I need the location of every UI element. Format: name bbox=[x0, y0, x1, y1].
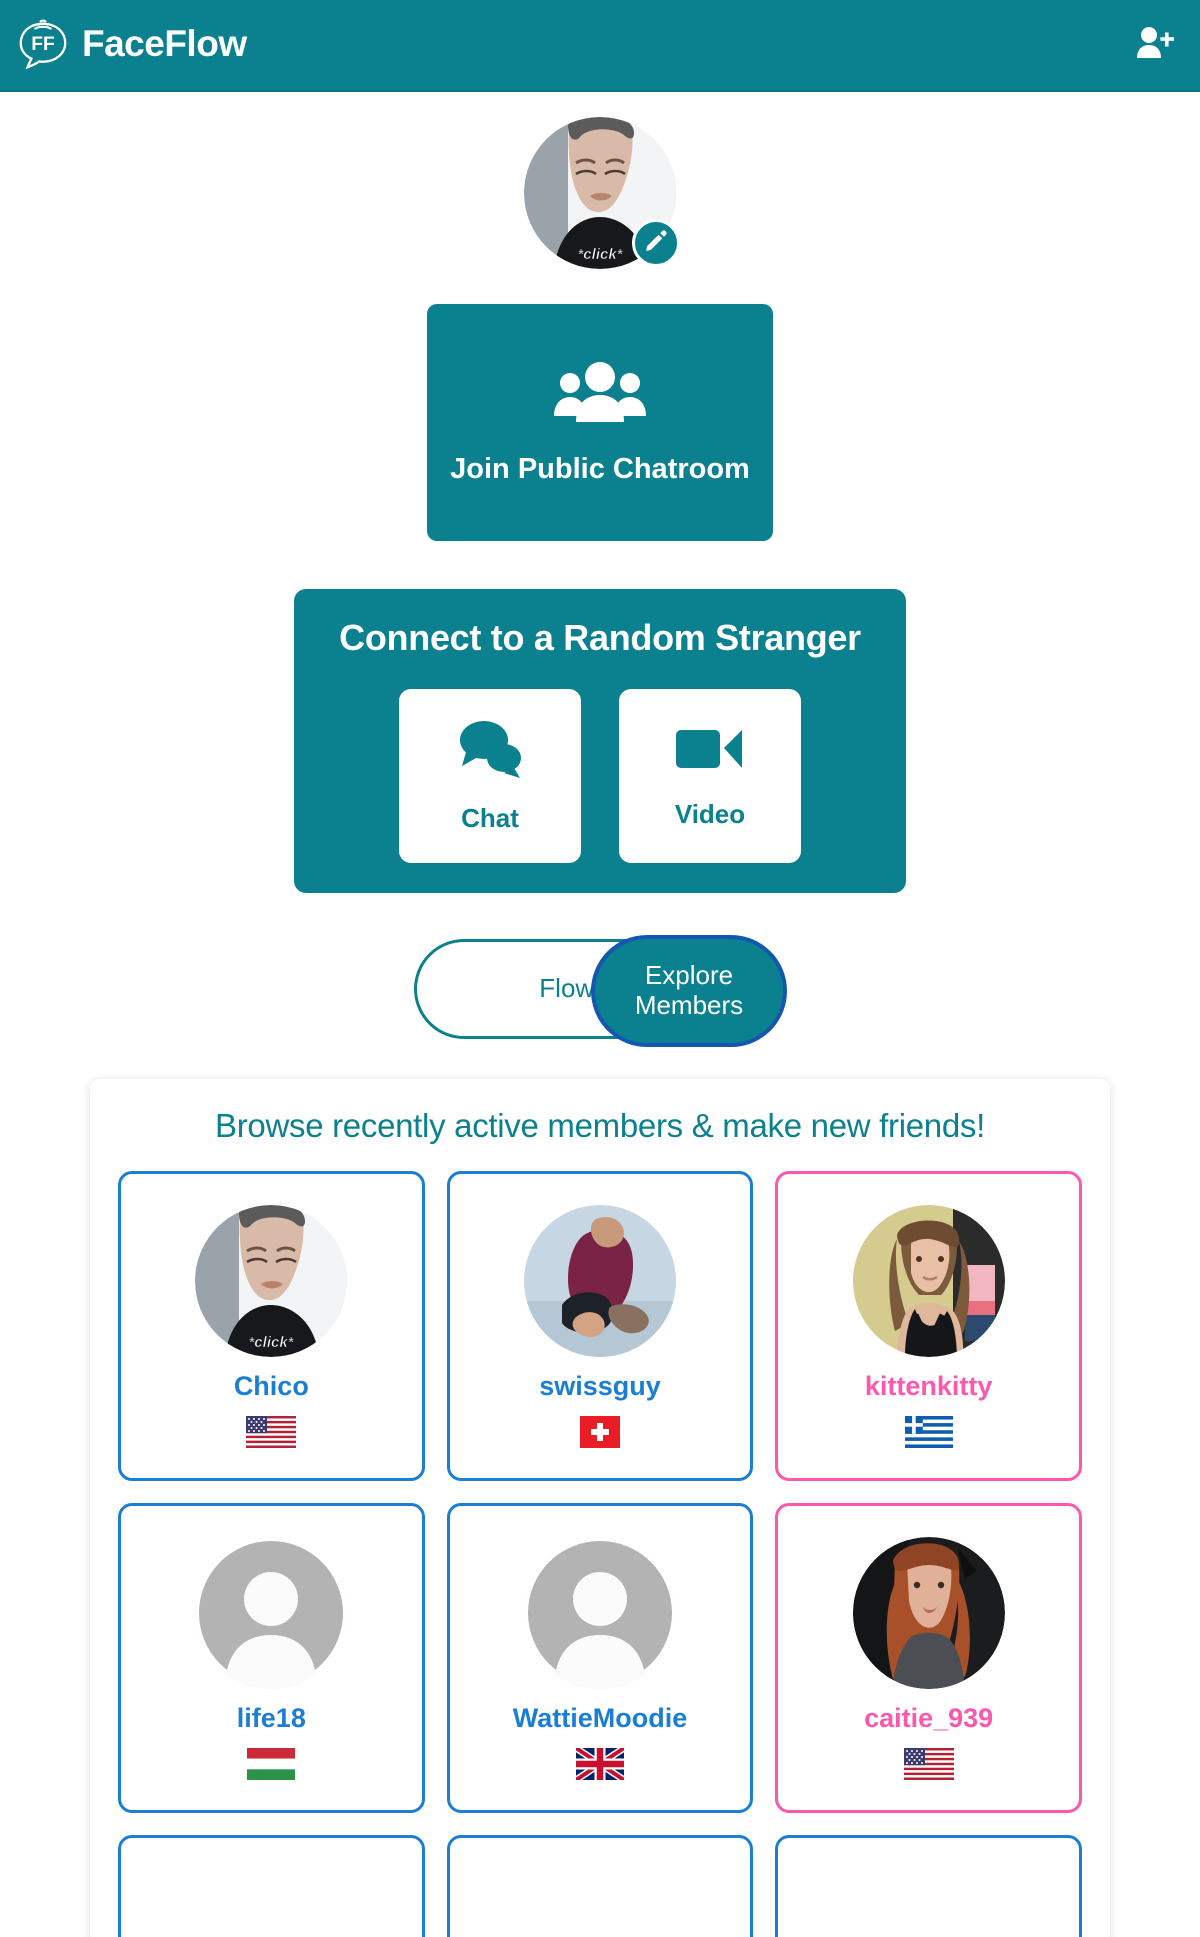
member-card[interactable] bbox=[775, 1835, 1082, 1937]
flag-ch-icon bbox=[579, 1415, 620, 1448]
member-avatar-default bbox=[195, 1536, 348, 1689]
video-camera-icon bbox=[674, 722, 746, 777]
svg-text:FF: FF bbox=[31, 34, 55, 55]
members-panel: Browse recently active members & make ne… bbox=[90, 1079, 1110, 1937]
member-card-kittenkitty[interactable]: kittenkitty bbox=[775, 1171, 1082, 1481]
random-stranger-title: Connect to a Random Stranger bbox=[339, 617, 861, 658]
brand-logo[interactable]: FF FaceFlow bbox=[14, 16, 247, 74]
members-heading: Browse recently active members & make ne… bbox=[215, 1107, 985, 1144]
member-name: WattieMoodie bbox=[512, 1702, 688, 1733]
random-video-label: Video bbox=[674, 799, 746, 829]
profile-avatar[interactable]: *click* bbox=[524, 117, 680, 269]
random-video-button[interactable]: Video bbox=[619, 689, 801, 863]
random-chat-label: Chat bbox=[461, 803, 519, 833]
flag-hu-icon bbox=[247, 1747, 296, 1780]
flag-gr-icon bbox=[904, 1415, 953, 1448]
member-card-life18[interactable]: life18 bbox=[118, 1503, 425, 1813]
app-header: FF FaceFlow bbox=[0, 0, 1200, 92]
member-name: caitie_939 bbox=[864, 1702, 994, 1733]
join-public-chatroom-button[interactable]: Join Public Chatroom bbox=[427, 304, 773, 541]
member-name: kittenkitty bbox=[864, 1370, 993, 1401]
random-stranger-panel: Connect to a Random Stranger Chat Video bbox=[294, 589, 906, 893]
faceflow-logo-icon: FF bbox=[14, 16, 72, 74]
member-name: life18 bbox=[236, 1702, 306, 1733]
profile-section: *click* bbox=[0, 92, 1200, 269]
member-card[interactable] bbox=[446, 1835, 754, 1937]
edit-profile-button[interactable] bbox=[632, 219, 680, 267]
members-grid-row-1: *click* Chico swissguy kittenkitty bbox=[118, 1171, 1082, 1481]
chatroom-section: Join Public Chatroom bbox=[0, 304, 1200, 541]
member-card-swissguy[interactable]: swissguy bbox=[446, 1171, 754, 1481]
random-stranger-actions: Chat Video bbox=[399, 689, 801, 863]
member-avatar: *click* bbox=[195, 1204, 348, 1357]
member-card-wattiemoodie[interactable]: WattieMoodie bbox=[446, 1503, 754, 1813]
feed-toggle-section: Flow Feed Explore Members bbox=[0, 935, 1200, 1047]
member-name: swissguy bbox=[539, 1370, 661, 1401]
random-chat-button[interactable]: Chat bbox=[399, 689, 581, 863]
member-name: Chico bbox=[233, 1370, 309, 1401]
tab-explore-members-line2: Members bbox=[634, 990, 744, 1020]
pencil-icon bbox=[644, 229, 668, 258]
feed-toggle[interactable]: Flow Feed Explore Members bbox=[414, 935, 787, 1047]
tab-explore-members[interactable]: Explore Members bbox=[591, 935, 787, 1047]
tab-explore-members-line1: Explore bbox=[644, 960, 734, 991]
random-stranger-section: Connect to a Random Stranger Chat Video bbox=[0, 589, 1200, 893]
flag-us-icon bbox=[246, 1415, 297, 1448]
member-avatar bbox=[852, 1204, 1005, 1357]
add-friend-button[interactable] bbox=[1130, 21, 1178, 69]
brand-name: FaceFlow bbox=[82, 23, 247, 64]
flag-us-icon bbox=[903, 1747, 954, 1780]
member-avatar bbox=[523, 1204, 676, 1357]
svg-text:*click*: *click* bbox=[577, 246, 623, 263]
svg-text:*click*: *click* bbox=[249, 1334, 295, 1351]
person-add-icon bbox=[1134, 24, 1175, 67]
member-card[interactable] bbox=[118, 1835, 425, 1937]
member-card-caitie939[interactable]: caitie_939 bbox=[775, 1503, 1082, 1813]
member-card-chico[interactable]: *click* Chico bbox=[118, 1171, 425, 1481]
member-avatar-default bbox=[523, 1536, 676, 1689]
member-avatar bbox=[852, 1536, 1005, 1689]
flag-gb-icon bbox=[575, 1747, 624, 1780]
chat-bubbles-icon bbox=[454, 718, 526, 781]
group-people-icon bbox=[554, 360, 646, 425]
members-grid-row-3 bbox=[118, 1835, 1082, 1937]
members-grid-row-2: life18 WattieMoodie caitie_939 bbox=[118, 1503, 1082, 1813]
join-public-chatroom-label: Join Public Chatroom bbox=[450, 452, 750, 485]
